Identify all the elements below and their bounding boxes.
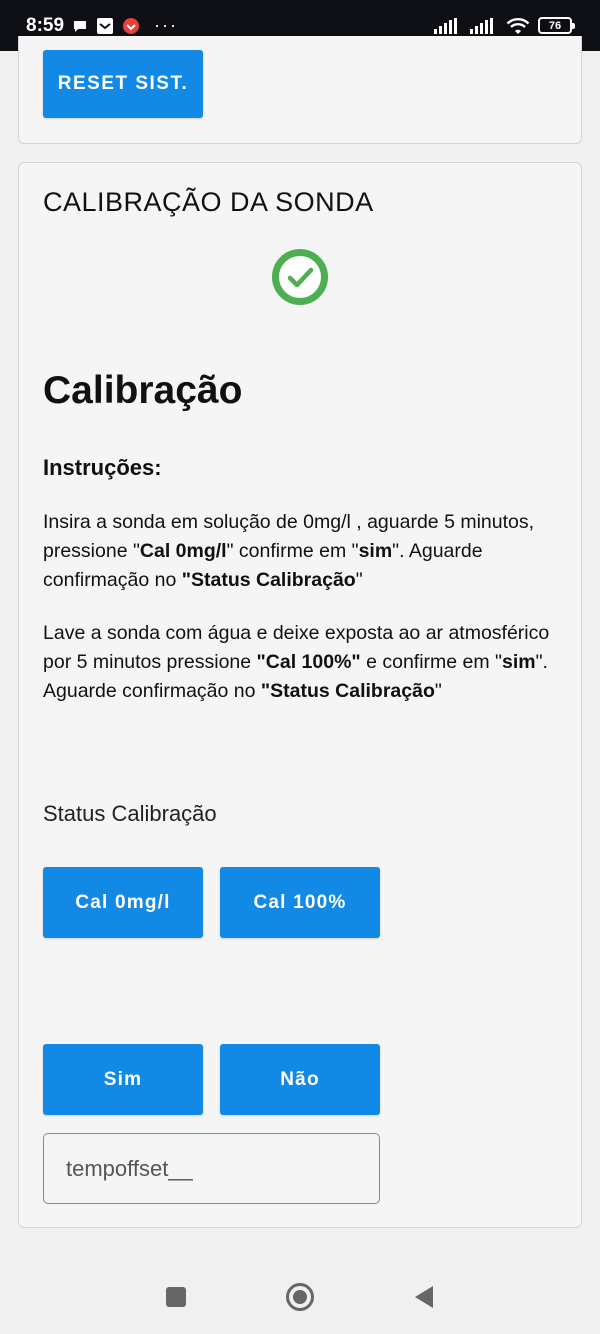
para2-bold-3: "Status Calibração [260, 680, 435, 702]
status-bar-left: 8:59 ··· [26, 15, 178, 37]
para1-text-2: " confirme em " [226, 540, 359, 562]
wifi-icon [506, 17, 530, 35]
status-bar-right: 76 [434, 17, 575, 35]
cal-100-button[interactable]: Cal 100% [220, 867, 380, 938]
instruction-paragraph-2: Lave a sonda com água e deixe exposta ao… [43, 619, 553, 706]
calibration-card: CALIBRAÇÃO DA SONDA Calibração Instruçõe… [18, 162, 582, 1228]
app-badge-icon [122, 17, 140, 35]
para1-bold-2: sim [358, 540, 393, 562]
system-card: RESET SIST. [18, 36, 582, 144]
more-notifications-indicator: ··· [154, 15, 179, 35]
chat-bubble-icon [72, 18, 88, 34]
instruction-paragraph-1: Insira a sonda em solução de 0mg/l , agu… [43, 508, 553, 595]
confirm-no-button[interactable]: Não [220, 1044, 380, 1115]
para2-text-4: " [434, 680, 442, 702]
tempoffset-input[interactable] [43, 1133, 380, 1204]
check-circle-icon [271, 248, 329, 306]
card-title: CALIBRAÇÃO DA SONDA [43, 187, 374, 217]
page-heading: Calibração [43, 369, 243, 412]
para1-bold-1: Cal 0mg/l [139, 540, 227, 562]
para1-bold-3: "Status Calibração [181, 569, 356, 591]
nav-home-icon[interactable] [285, 1282, 315, 1317]
system-nav-bar [0, 1264, 600, 1334]
cal-0mg-button[interactable]: Cal 0mg/l [43, 867, 203, 938]
inbox-icon [96, 17, 114, 35]
nav-recent-icon[interactable] [165, 1286, 187, 1313]
para1-text-4: " [355, 569, 363, 591]
reset-system-button[interactable]: RESET SIST. [43, 50, 203, 118]
confirm-yes-button[interactable]: Sim [43, 1044, 203, 1115]
para2-bold-1: "Cal 100%" [256, 651, 361, 673]
status-calibration-label: Status Calibração [43, 801, 217, 826]
status-time: 8:59 [26, 14, 65, 36]
battery-icon: 76 [538, 17, 575, 34]
nav-back-icon[interactable] [413, 1285, 435, 1314]
signal-icon [470, 17, 498, 34]
instructions-heading: Instruções: [43, 455, 162, 480]
para2-text-2: e confirme em " [360, 651, 502, 673]
para2-bold-2: sim [501, 651, 536, 673]
signal-icon [434, 17, 462, 34]
